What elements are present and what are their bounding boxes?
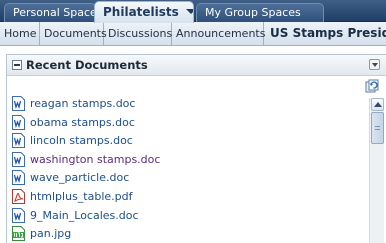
- scroll-up-arrow-icon[interactable]: [371, 98, 384, 111]
- tab-personal-space[interactable]: Personal Space: [4, 3, 96, 22]
- document-link[interactable]: washington stamps.doc: [30, 151, 160, 168]
- tab-my-group-spaces[interactable]: My Group Spaces: [196, 3, 324, 22]
- portlet-title: Recent Documents: [26, 58, 148, 72]
- refresh-icon[interactable]: [365, 79, 379, 93]
- pdf-icon: [12, 188, 25, 204]
- list-item[interactable]: obama stamps.doc: [12, 114, 367, 133]
- word-doc-icon: [12, 133, 25, 149]
- tab-philatelists[interactable]: Philatelists: [94, 1, 194, 23]
- list-item[interactable]: wave_particle.doc: [12, 169, 367, 188]
- document-link[interactable]: 9_Main_Locales.doc: [30, 207, 139, 224]
- nav-label: Discussions: [108, 27, 173, 40]
- nav-home[interactable]: Home: [0, 22, 40, 45]
- document-link[interactable]: lincoln stamps.doc: [30, 132, 133, 149]
- document-link[interactable]: htmlplus_table.pdf: [30, 188, 133, 205]
- document-link[interactable]: wave_particle.doc: [30, 169, 129, 186]
- chevron-down-icon[interactable]: [185, 9, 193, 14]
- list-item[interactable]: pan.jpg: [12, 225, 367, 243]
- word-doc-icon: [12, 170, 25, 186]
- tab-label: My Group Spaces: [205, 6, 301, 19]
- list-item[interactable]: washington stamps.doc: [12, 151, 367, 170]
- recent-documents-portlet: Recent Documents reagan stamps.doc obama…: [6, 54, 386, 243]
- collapse-icon[interactable]: [12, 60, 22, 70]
- nav-label: Announcements: [176, 27, 266, 40]
- document-list: reagan stamps.doc obama stamps.doc linco…: [12, 95, 367, 243]
- document-link[interactable]: reagan stamps.doc: [30, 95, 135, 112]
- list-item[interactable]: reagan stamps.doc: [12, 95, 367, 114]
- list-item[interactable]: 9_Main_Locales.doc: [12, 207, 367, 226]
- tab-label: Personal Space: [13, 6, 96, 19]
- group-space-nav: Home Documents Discussions Announcements…: [0, 22, 386, 46]
- nav-label: Documents: [44, 27, 107, 40]
- tab-label: Philatelists: [103, 5, 179, 19]
- jpg-image-icon: [12, 226, 25, 242]
- word-doc-icon: [12, 114, 25, 130]
- document-link[interactable]: pan.jpg: [30, 225, 71, 242]
- list-item[interactable]: htmlplus_table.pdf: [12, 188, 367, 207]
- word-doc-icon: [12, 96, 25, 111]
- portlet-menu-icon[interactable]: [369, 59, 380, 70]
- nav-discussions[interactable]: Discussions: [104, 22, 172, 45]
- nav-documents[interactable]: Documents: [40, 22, 107, 45]
- document-list-scrollbar[interactable]: [369, 98, 384, 243]
- nav-announcements[interactable]: Announcements: [172, 22, 266, 45]
- nav-label: Home: [4, 27, 37, 40]
- space-tab-bar: Personal Space Philatelists My Group Spa…: [0, 0, 386, 23]
- scrollbar-thumb[interactable]: [371, 112, 384, 144]
- word-doc-icon: [12, 207, 25, 223]
- nav-current-page[interactable]: US Stamps Presiden...: [266, 22, 386, 45]
- nav-label: US Stamps Presiden...: [270, 26, 386, 40]
- portlet-header: Recent Documents: [7, 55, 386, 76]
- word-doc-icon: [12, 151, 25, 167]
- document-link[interactable]: obama stamps.doc: [30, 114, 135, 131]
- list-item[interactable]: lincoln stamps.doc: [12, 132, 367, 151]
